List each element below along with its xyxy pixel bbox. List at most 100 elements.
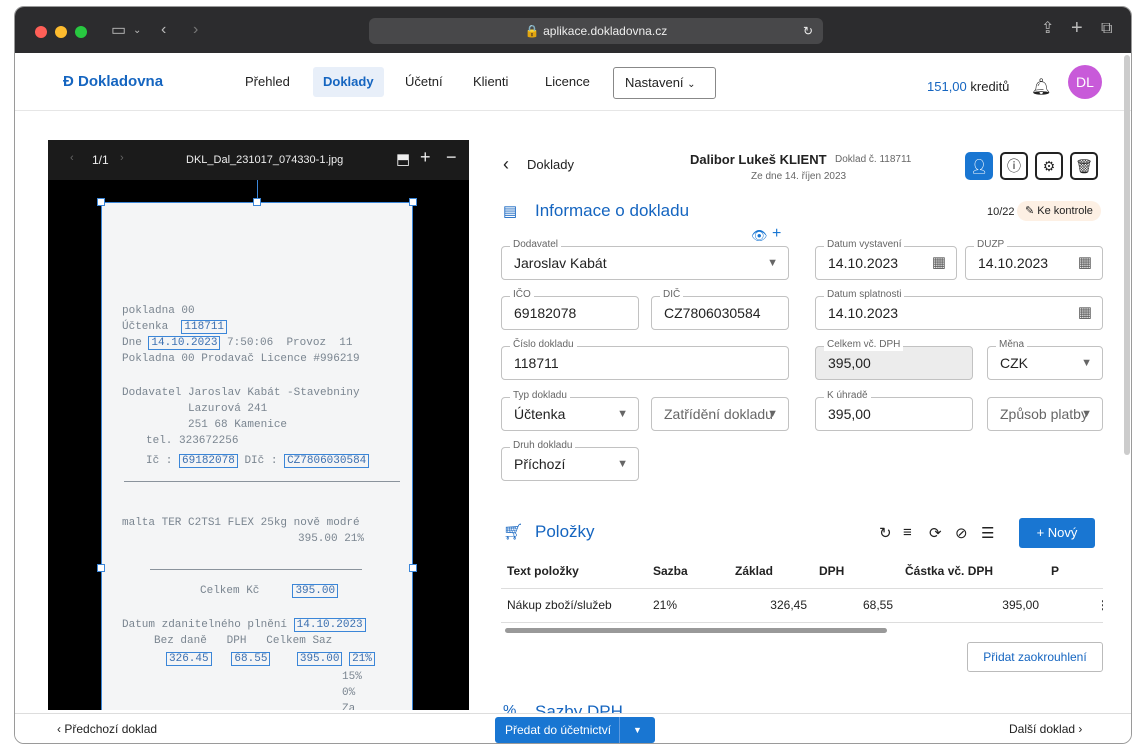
footer-bar: ‹ Předchozí doklad Předat do účetnictví … [15, 713, 1131, 743]
settings-dropdown[interactable]: Nastavení ⌄ [613, 67, 716, 99]
ico-field[interactable]: IČO 69182078 [501, 289, 639, 330]
eye-icon[interactable]: 👁︎ [751, 228, 768, 244]
field-label: Dodavatel [510, 239, 562, 251]
receipt-text: Celkem Saz [266, 635, 333, 647]
filter-icon[interactable]: ≡ [903, 524, 912, 541]
crop-handle[interactable] [97, 198, 105, 206]
prev-page-icon[interactable]: ‹ [70, 152, 74, 164]
crop-handle[interactable] [409, 198, 417, 206]
receipt-line: Dne 14.10.2023 7:50:06 Provoz 11 [122, 336, 352, 350]
add-item-button[interactable]: + Nový [1019, 518, 1095, 548]
receipt-text: Datum zdanitelného plnění [122, 619, 288, 631]
clear-filter-icon[interactable]: ⊘ [955, 524, 968, 542]
calendar-icon[interactable]: ▦ [1078, 297, 1092, 329]
sync-icon[interactable]: ⟳ [929, 524, 942, 542]
caret-down-icon: ▼ [1081, 357, 1092, 369]
classification-select[interactable]: Zatřídění dokladu ▼ [651, 397, 789, 431]
document-info-icon: ▤ [503, 203, 518, 220]
caret-down-icon: ▼ [767, 257, 778, 269]
receipt-box-total: 395.00 [292, 584, 339, 598]
crop-handle[interactable] [253, 198, 261, 206]
close-window-button[interactable] [35, 26, 47, 38]
column-header[interactable]: Částka vč. DPH [899, 554, 1045, 589]
supplier-select[interactable]: Dodavatel Jaroslav Kabát ▼ [501, 239, 789, 280]
status-label: Ke kontrole [1037, 205, 1093, 217]
preview-toolbar: ‹ 1/1 › DKL_Dal_231017_074330-1.jpg ⬒ + … [48, 140, 469, 180]
trash-icon[interactable]: 🗑︎ [1070, 152, 1098, 180]
gear-icon[interactable]: ⚙ [1035, 152, 1063, 180]
forward-icon[interactable]: › [193, 20, 198, 40]
nav-item-ucetni[interactable]: Účetní [395, 67, 453, 97]
next-document-link[interactable]: Další doklad › [1009, 722, 1082, 736]
field-value: Jaroslav Kabát [514, 255, 607, 271]
next-page-icon[interactable]: › [120, 152, 124, 164]
column-header[interactable]: P [1045, 554, 1103, 589]
document-kind-select[interactable]: Druh dokladu Příchozí ▼ [501, 440, 639, 481]
table-row[interactable]: Nákup zboží/služeb 21% 326,45 68,55 395,… [501, 588, 1103, 623]
cell-base: 326,45 [729, 588, 813, 623]
submit-options-dropdown[interactable]: ▼ [619, 717, 655, 743]
maximize-window-button[interactable] [75, 26, 87, 38]
horizontal-scrollbar[interactable] [505, 628, 887, 633]
field-value: 395,00 [828, 355, 871, 371]
back-arrow-icon[interactable]: ‹ [503, 154, 509, 175]
caret-down-icon: ▼ [1081, 408, 1092, 420]
column-header[interactable]: Text položky [501, 554, 647, 589]
submit-to-accounting-button[interactable]: Předat do účetnictví [495, 717, 622, 743]
calendar-icon[interactable]: ▦ [1078, 247, 1092, 279]
new-tab-icon[interactable]: + [1071, 18, 1083, 38]
back-link[interactable]: Doklady [527, 157, 574, 172]
client-user-icon[interactable]: 👤︎ [965, 152, 993, 180]
row-menu-icon[interactable]: ⋮ [1045, 588, 1103, 623]
column-header[interactable]: DPH [813, 554, 899, 589]
amount-due-field[interactable]: K úhradě 395,00 [815, 390, 973, 431]
nav-item-klienti[interactable]: Klienti [463, 67, 518, 97]
prev-document-link[interactable]: ‹ Předchozí doklad [57, 722, 157, 736]
chevron-down-icon[interactable]: ⌄ [133, 21, 141, 41]
chevron-right-icon: › [1078, 722, 1083, 736]
field-label: K úhradě [824, 390, 871, 402]
crop-handle[interactable] [409, 564, 417, 572]
column-header[interactable]: Základ [729, 554, 813, 589]
issue-date-field[interactable]: Datum vystavení 14.10.2023 ▦ [815, 239, 957, 280]
document-number-field[interactable]: Číslo dokladu 118711 [501, 339, 789, 380]
refresh-icon[interactable]: ↻ [879, 524, 892, 542]
share-icon[interactable]: ⇪ [1041, 19, 1054, 39]
columns-icon[interactable]: ☰ [981, 524, 994, 542]
field-label: DIČ [660, 289, 684, 301]
receipt-line: Bez daně DPH Celkem Saz [154, 635, 332, 647]
dic-field[interactable]: DIČ CZ7806030584 [651, 289, 789, 330]
url-bar[interactable]: 🔒 aplikace.dokladovna.cz ↻ [369, 18, 823, 44]
zoom-in-icon[interactable]: + [420, 147, 431, 168]
currency-select[interactable]: Měna CZK ▼ [987, 339, 1103, 380]
nav-item-prehled[interactable]: Přehled [235, 67, 300, 97]
sidebar-icon[interactable]: ▭ [111, 21, 126, 41]
calendar-icon[interactable]: ▦ [932, 247, 946, 279]
minimize-window-button[interactable] [55, 26, 67, 38]
receipt-text: DIč : [244, 455, 278, 467]
back-icon[interactable]: ‹ [161, 20, 166, 40]
payment-method-select[interactable]: Způsob platby ▼ [987, 397, 1103, 431]
items-table: Text položky Sazba Základ DPH Částka vč.… [501, 554, 1103, 623]
zoom-out-icon[interactable]: − [446, 147, 457, 168]
column-header[interactable]: Sazba [647, 554, 729, 589]
add-rounding-button[interactable]: Přidat zaokrouhlení [967, 642, 1103, 672]
nav-item-doklady[interactable]: Doklady [313, 67, 384, 97]
crop-handle[interactable] [97, 564, 105, 572]
tabs-overview-icon[interactable]: ⧉ [1101, 19, 1112, 39]
avatar[interactable]: DL [1068, 65, 1102, 99]
rotate-icon[interactable]: ⬒ [396, 150, 410, 168]
status-badge[interactable]: ✎ Ke kontrole [1017, 201, 1101, 221]
document-type-select[interactable]: Typ dokladu Účtenka ▼ [501, 390, 639, 431]
add-supplier-icon[interactable]: + [772, 225, 781, 243]
receipt-box-vat: 68.55 [231, 652, 271, 666]
info-icon[interactable]: ⓘ [1000, 152, 1028, 180]
duzp-field[interactable]: DUZP 14.10.2023 ▦ [965, 239, 1103, 280]
due-date-field[interactable]: Datum splatnosti 14.10.2023 ▦ [815, 289, 1103, 330]
page-scrollbar[interactable] [1124, 55, 1130, 455]
nav-item-licence[interactable]: Licence [535, 67, 600, 97]
app-logo[interactable]: Ð Dokladovna [63, 73, 163, 90]
bell-icon[interactable]: 🔔︎ [1031, 77, 1051, 97]
reload-icon[interactable]: ↻ [803, 18, 813, 44]
section-title-items: Položky [535, 522, 595, 541]
